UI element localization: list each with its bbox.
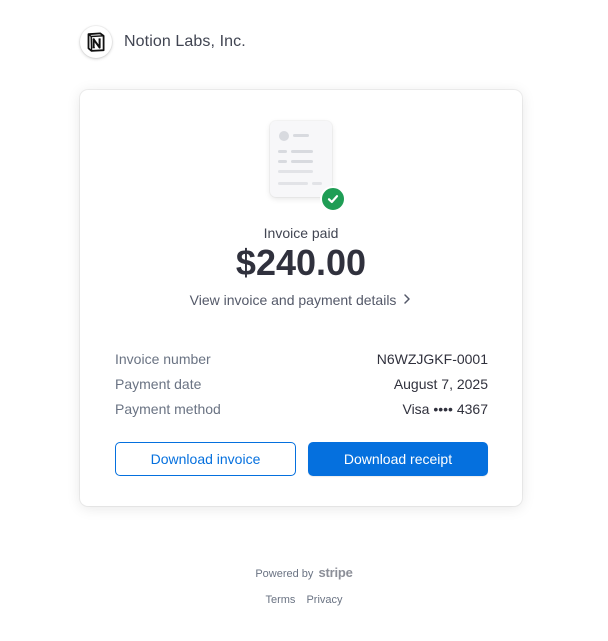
footer-links: Terms Privacy <box>0 594 608 606</box>
chevron-right-icon <box>402 292 412 308</box>
summary-value: N6WZJGKF-0001 <box>376 350 488 367</box>
summary-row-invoice-number: Invoice number N6WZJGKF-0001 <box>115 346 488 371</box>
summary-row-payment-date: Payment date August 7, 2025 <box>115 371 488 396</box>
invoice-summary: Invoice number N6WZJGKF-0001 Payment dat… <box>115 346 488 421</box>
terms-link[interactable]: Terms <box>265 594 295 606</box>
merchant-name: Notion Labs, Inc. <box>124 33 246 50</box>
merchant-header: Notion Labs, Inc. <box>80 26 246 58</box>
download-invoice-button[interactable]: Download invoice <box>115 442 296 476</box>
summary-value: Visa •••• 4367 <box>402 400 488 417</box>
payment-status-label: Invoice paid <box>263 225 339 241</box>
receipt-card: Invoice paid $240.00 View invoice and pa… <box>80 90 522 506</box>
stripe-logo: stripe <box>318 565 353 580</box>
privacy-link[interactable]: Privacy <box>306 594 342 606</box>
summary-value: August 7, 2025 <box>393 375 488 392</box>
summary-label: Payment method <box>115 400 221 417</box>
download-receipt-button[interactable]: Download receipt <box>308 442 488 476</box>
summary-label: Payment date <box>115 375 202 392</box>
check-circle-icon <box>320 186 346 212</box>
summary-label: Invoice number <box>115 350 211 367</box>
amount-paid: $240.00 <box>235 242 367 283</box>
summary-row-payment-method: Payment method Visa •••• 4367 <box>115 396 488 421</box>
notion-logo-icon <box>80 26 112 58</box>
invoice-document-icon <box>270 121 332 197</box>
view-invoice-details-label: View invoice and payment details <box>189 292 397 308</box>
powered-by-label: Powered by <box>255 568 314 580</box>
view-invoice-details-link[interactable]: View invoice and payment details <box>80 292 522 308</box>
powered-by-stripe[interactable]: Powered by stripe <box>0 565 608 580</box>
